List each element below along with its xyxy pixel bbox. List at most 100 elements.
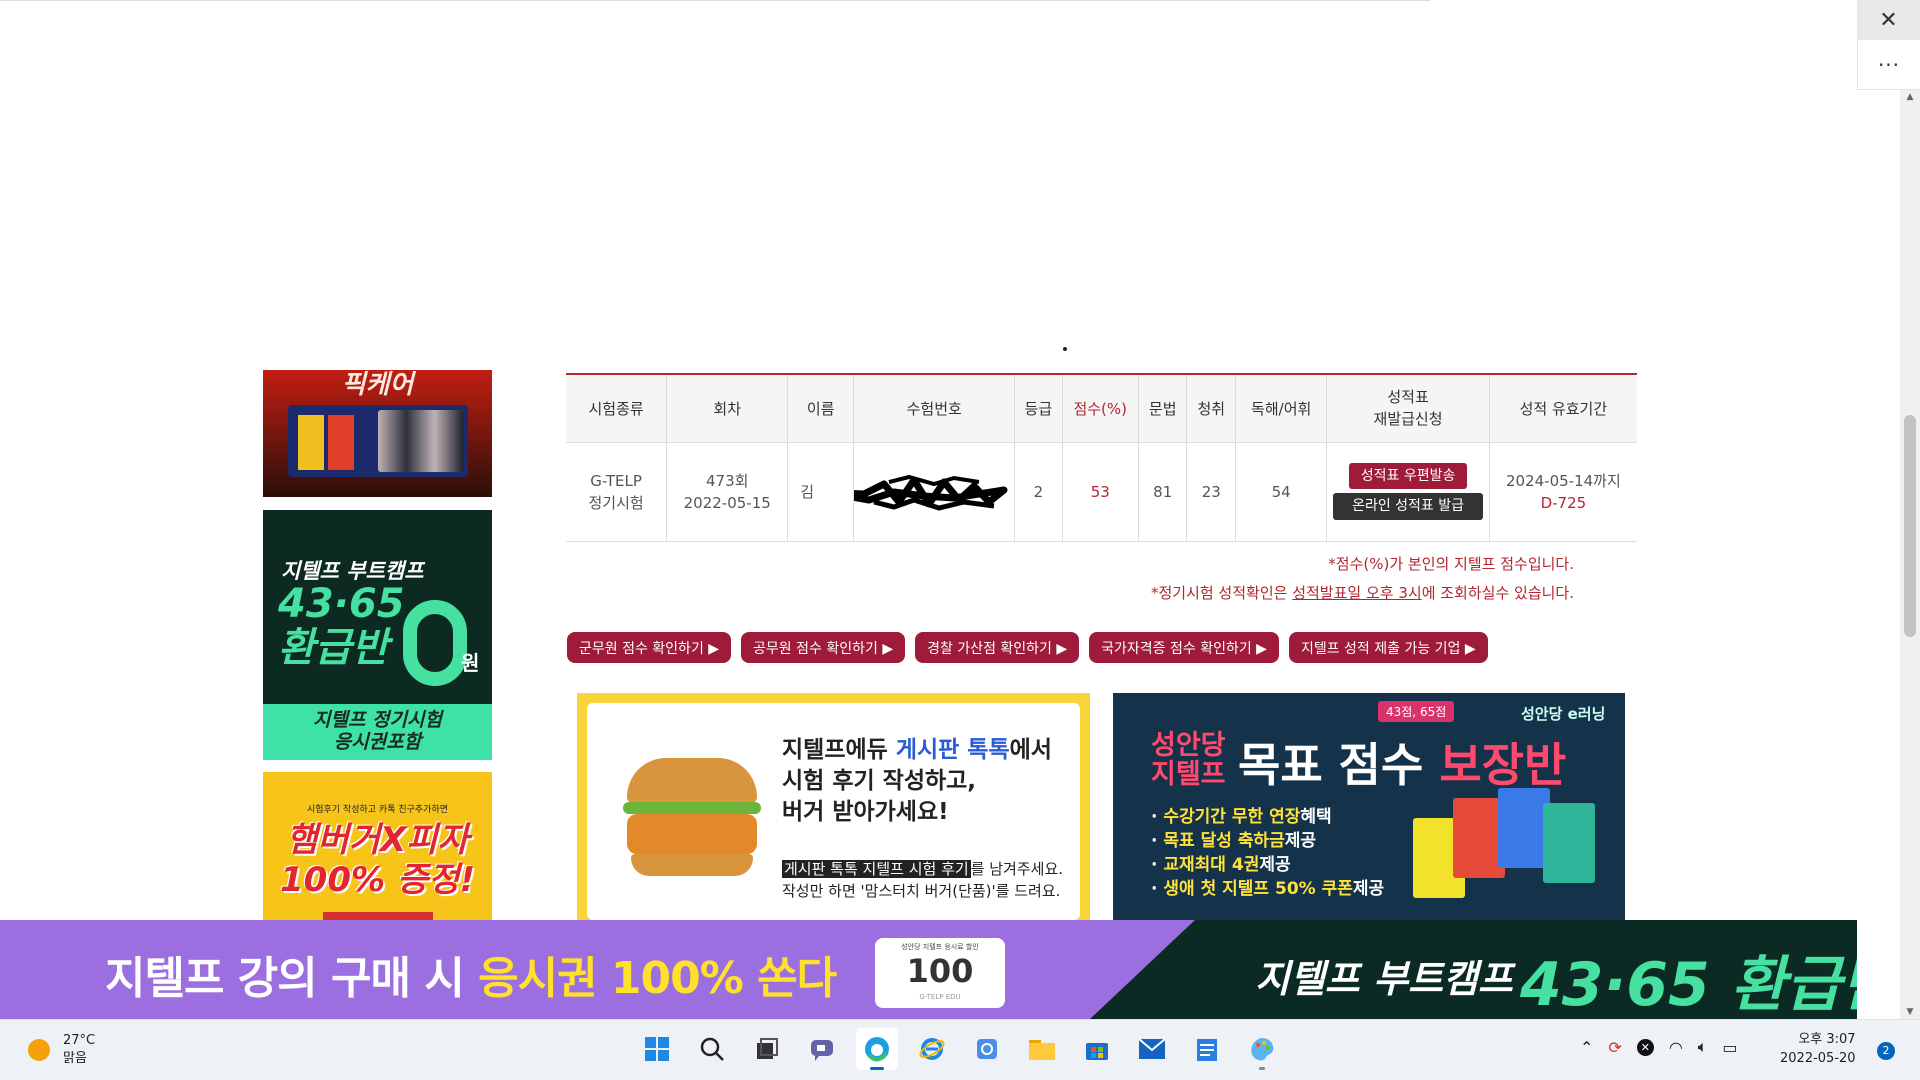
promo-right-text: 지텔프 부트캠프 [1255, 957, 1513, 1001]
burger-review-event-banner[interactable]: 지텔프에듀 게시판 톡톡에서 시험 후기 작성하고, 버거 받아가세요! 게시판… [577, 693, 1090, 920]
sync-icon[interactable]: ⟳ [1608, 1038, 1621, 1057]
search-icon[interactable] [691, 1028, 733, 1070]
dot-marker [1063, 347, 1067, 351]
cell-reissue: 성적표 우편발송 온라인 성적표 발급 [1326, 442, 1490, 542]
file-explorer-icon[interactable] [1021, 1028, 1063, 1070]
taskbar-apps [636, 1028, 1283, 1070]
more-options-button[interactable]: ··· [1857, 40, 1920, 90]
brand-logo: 성안당 e러닝 [1521, 705, 1606, 723]
chevron-up-icon[interactable]: ⌃ [1580, 1038, 1593, 1057]
promo-right-highlight: 43·65 환급반 [1520, 950, 1857, 1019]
settings-icon[interactable] [966, 1028, 1008, 1070]
score-note: *점수(%)가 본인의 지텔프 점수입니다. [1328, 555, 1574, 573]
banner-big-text: 햄버거X피자 100% 증정! [280, 820, 475, 900]
list-item: · 생애 첫 지텔프 50% 쿠폰제공 [1151, 879, 1385, 899]
cell-name: 김 [787, 442, 855, 542]
mail-report-button[interactable]: 성적표 우편발송 [1348, 463, 1468, 489]
banner-header: 픽케어 [341, 370, 414, 400]
th-name: 이름 [787, 373, 855, 443]
cell-grade: 2 [1014, 442, 1063, 542]
th-reissue: 성적표 재발급신청 [1326, 373, 1490, 443]
notification-badge[interactable]: 2 [1877, 1042, 1895, 1060]
announce-time-link[interactable]: 성적발표일 오후 3시 [1292, 584, 1421, 602]
banner-brand-title: 성안당 지텔프 [1151, 730, 1226, 790]
th-round: 회차 [666, 373, 789, 443]
close-button[interactable]: ✕ [1857, 0, 1920, 40]
burger-icon [623, 758, 761, 888]
weather-condition: 맑음 [63, 1051, 87, 1066]
paint-icon[interactable] [1241, 1028, 1283, 1070]
police-bonus-button[interactable]: 경찰 가산점 확인하기 ▶ [915, 632, 1080, 663]
table-row: G-TELP 정기시험 473회 2022-05-15 김 2 53 81 23… [566, 442, 1637, 542]
date-strip [323, 912, 433, 920]
left-banner-burger-pizza[interactable]: 시험후기 작성하고 카톡 친구추가하면 햄버거X피자 100% 증정! [263, 772, 492, 920]
wifi-icon[interactable]: ◠ [1669, 1038, 1683, 1057]
clock[interactable]: 오후 3:07 2022-05-20 [1780, 1030, 1856, 1068]
th-score: 점수(%) [1062, 373, 1139, 443]
event-headline: 지텔프에듀 게시판 톡톡에서 시험 후기 작성하고, 버거 받아가세요! [782, 737, 1052, 825]
redaction-scribble [854, 474, 1008, 511]
won-label: 원 [461, 651, 480, 675]
cell-round: 473회 2022-05-15 [666, 442, 789, 542]
volume-icon[interactable]: 🔈︎ [1698, 1037, 1708, 1057]
score-result-table: 시험종류 회차 이름 수험번호 등급 점수(%) 문법 청취 독해/어휘 성적표… [566, 373, 1637, 542]
th-reading: 독해/어휘 [1235, 373, 1328, 443]
cell-exam-number [853, 442, 1016, 542]
scrollbar-thumb[interactable] [1904, 415, 1916, 637]
th-grammar: 문법 [1138, 373, 1188, 443]
date: 2022-05-20 [1780, 1051, 1856, 1066]
close-circle-icon[interactable]: ✕ [1636, 1038, 1654, 1056]
banner-small-text: 시험후기 작성하고 카톡 친구추가하면 [306, 805, 449, 815]
left-banner-bootcamp-refund[interactable]: 지텔프 부트캠프 43·65 환급반 원 지텔프 정기시험 응시권포함 [263, 510, 492, 760]
left-banner-bootcamp-teachers[interactable]: 픽케어 [263, 370, 492, 497]
internet-explorer-icon[interactable] [911, 1028, 953, 1070]
military-civilian-score-button[interactable]: 군무원 점수 확인하기 ▶ [567, 632, 732, 663]
scroll-up-arrow-icon[interactable]: ▲ [1900, 92, 1920, 102]
vertical-scrollbar[interactable]: ▲ ▼ [1900, 90, 1920, 1019]
civil-servant-score-button[interactable]: 공무원 점수 확인하기 ▶ [741, 632, 906, 663]
weather-widget[interactable]: 27°C 맑음 [28, 1032, 95, 1068]
notepad-icon[interactable] [1186, 1028, 1228, 1070]
promo-left-text: 지텔프 강의 구매 시 응시권 100% 쏜다 [105, 953, 837, 1004]
list-item: · 목표 달성 축하금제공 [1151, 831, 1316, 851]
cell-grammar: 81 [1138, 442, 1188, 542]
th-exam-type: 시험종류 [566, 373, 668, 443]
target-score-guarantee-banner[interactable]: 43점, 65점 성안당 e러닝 성안당 지텔프 목표 점수 보장반 · 수강기… [1113, 693, 1625, 920]
cell-score: 53 [1062, 442, 1139, 542]
national-license-score-button[interactable]: 국가자격증 점수 확인하기 ▶ [1089, 632, 1279, 663]
sun-icon [28, 1039, 50, 1061]
task-view-icon[interactable] [746, 1028, 788, 1070]
books-stack-icon [1413, 788, 1603, 903]
th-grade: 등급 [1014, 373, 1063, 443]
cell-listening: 23 [1186, 442, 1237, 542]
event-subtext: 게시판 톡톡 지텔프 시험 후기 를 남겨주세요. 작성만 하면 '맘스터치 버거… [782, 860, 1064, 900]
time: 오후 3:07 [1798, 1032, 1856, 1047]
score-tag: 43점, 65점 [1378, 701, 1455, 722]
webpage: 픽케어 지텔프 부트캠프 43·65 환급반 원 지텔프 정기시험 응시권포함 … [0, 0, 1857, 1019]
table-header-row: 시험종류 회차 이름 수험번호 등급 점수(%) 문법 청취 독해/어휘 성적표… [566, 373, 1637, 443]
th-exam-number: 수험번호 [853, 373, 1016, 443]
cell-exam-type: G-TELP 정기시험 [566, 442, 668, 542]
bottom-promo-banner[interactable]: 지텔프 강의 구매 시 응시권 100% 쏜다 성안당 지텔프 응시료 할인 1… [0, 920, 1857, 1019]
mail-icon[interactable] [1131, 1028, 1173, 1070]
battery-icon[interactable]: ▭ [1722, 1038, 1737, 1057]
cell-valid-period: 2024-05-14까지 D-725 [1489, 442, 1637, 542]
edge-browser-icon[interactable] [856, 1028, 898, 1070]
companies-accepting-button[interactable]: 지텔프 성적 제출 가능 기업 ▶ [1288, 632, 1488, 663]
benefit-list: · 수강기간 무한 연장혜택 · 목표 달성 축하금제공 · 교재최대 4권제공… [1151, 805, 1384, 901]
list-item: · 수강기간 무한 연장혜택 [1151, 807, 1332, 827]
th-listening: 청취 [1186, 373, 1237, 443]
banner-bar: 지텔프 정기시험 응시권포함 [263, 704, 492, 760]
microsoft-store-icon[interactable] [1076, 1028, 1118, 1070]
teams-chat-icon[interactable] [801, 1028, 843, 1070]
cell-reading: 54 [1235, 442, 1328, 542]
voucher-card: 성안당 지텔프 응시료 할인 100 G-TELP EDU [875, 938, 1005, 1008]
online-report-button[interactable]: 온라인 성적표 발급 [1333, 493, 1484, 520]
windows-start-icon[interactable] [636, 1028, 678, 1070]
scroll-down-arrow-icon[interactable]: ▼ [1900, 1007, 1920, 1017]
announce-note: *정기시험 성적확인은 성적발표일 오후 3시에 조회하실수 있습니다. [1150, 584, 1574, 602]
name-text: 김 [800, 482, 815, 501]
quick-links: 군무원 점수 확인하기 ▶ 공무원 점수 확인하기 ▶ 경찰 가산점 확인하기 … [567, 632, 1488, 663]
temperature: 27°C [63, 1033, 96, 1048]
banner-main-title: 목표 점수 보장반 [1238, 738, 1567, 792]
